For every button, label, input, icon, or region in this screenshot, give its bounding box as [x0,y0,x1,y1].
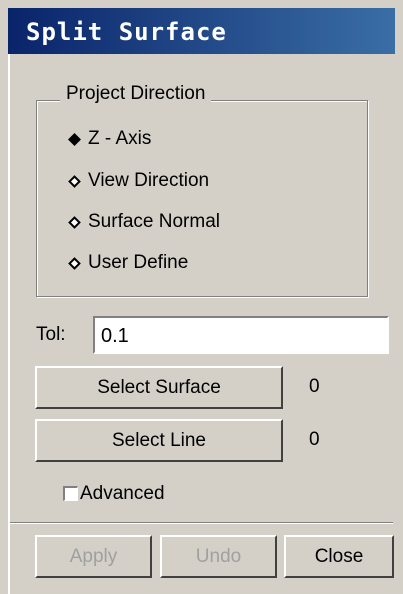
radio-user-define[interactable]: User Define [68,252,189,274]
radio-unselected-icon [68,174,81,188]
radio-unselected-icon [68,256,81,270]
radio-selected-icon [68,132,81,146]
radio-z-axis[interactable]: Z - Axis [68,128,152,150]
split-surface-dialog: Split Surface Project Direction Z - Axis… [0,0,403,594]
advanced-checkbox[interactable] [63,486,78,501]
select-surface-button[interactable]: Select Surface [35,366,283,409]
window-title: Split Surface [26,18,227,46]
radio-surface-normal[interactable]: Surface Normal [68,211,220,233]
radio-view-direction-label: View Direction [88,170,210,191]
select-line-count: 0 [309,429,320,450]
radio-z-axis-label: Z - Axis [88,128,152,149]
select-line-button[interactable]: Select Line [35,419,283,462]
title-bar[interactable]: Split Surface [8,8,395,54]
tolerance-field-frame [93,316,389,354]
close-button[interactable]: Close [284,535,394,578]
undo-button[interactable]: Undo [160,535,277,578]
radio-unselected-icon [68,215,81,229]
radio-user-define-label: User Define [88,252,189,273]
footer-divider [10,522,393,524]
project-direction-legend: Project Direction [60,83,212,105]
advanced-label: Advanced [80,483,165,504]
apply-button[interactable]: Apply [35,535,152,578]
tolerance-label: Tol: [36,324,66,345]
radio-surface-normal-label: Surface Normal [88,211,220,232]
radio-view-direction[interactable]: View Direction [68,170,210,192]
tolerance-input[interactable] [95,318,387,352]
select-surface-count: 0 [309,376,320,397]
